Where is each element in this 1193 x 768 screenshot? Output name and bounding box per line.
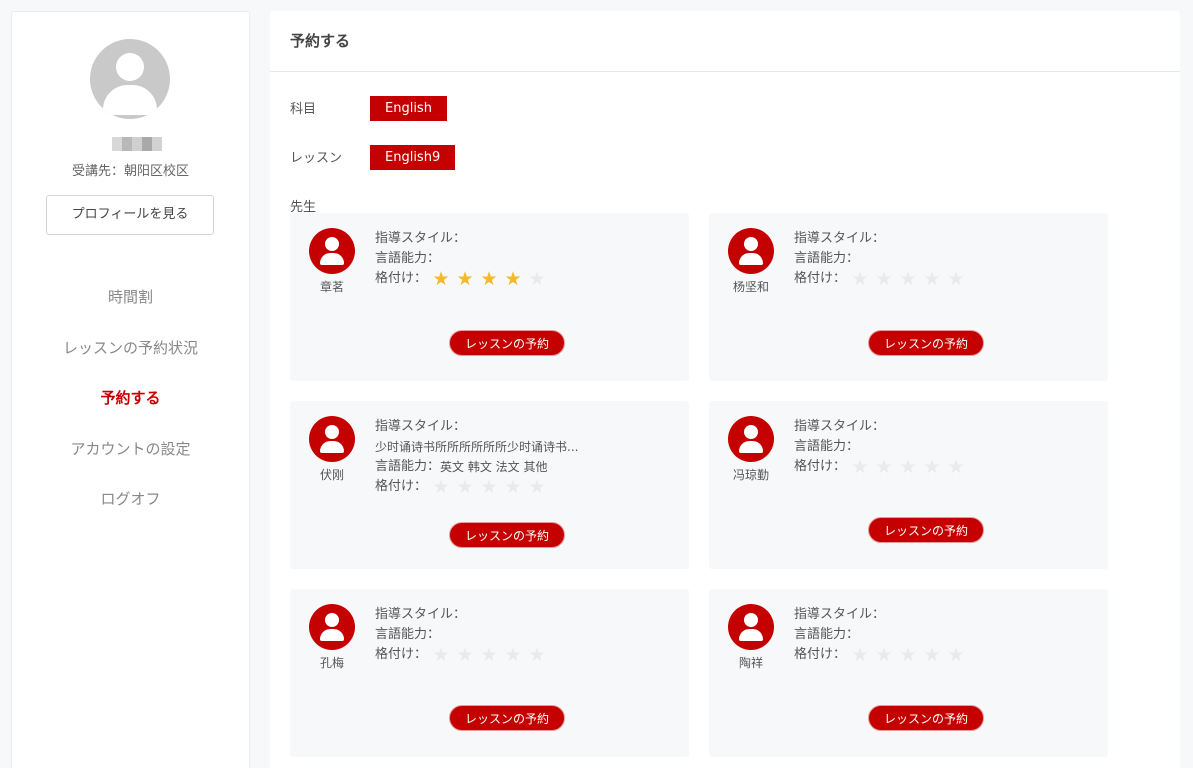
sidebar-nav: 時間割 レッスンの予約状況 予約する アカウントの設定 ログオフ: [12, 282, 249, 535]
nav-item-account-settings[interactable]: アカウントの設定: [12, 434, 249, 485]
rating-stars: ★ ★ ★ ★ ★: [429, 269, 549, 289]
nav-item-book[interactable]: 予約する: [12, 383, 249, 434]
book-lesson-button[interactable]: レッスンの予約: [868, 517, 984, 543]
rating-label: 格付け：: [794, 459, 847, 474]
star-empty-icon: ★: [528, 268, 546, 290]
star-filled-icon: ★: [504, 268, 522, 290]
nav-item-logoff[interactable]: ログオフ: [12, 484, 249, 535]
lesson-tag[interactable]: English9: [370, 145, 456, 170]
main-panel: 予約する 科目 English レッスン English9 先生 章茗 指導スタ…: [270, 11, 1180, 768]
star-empty-icon: ★: [899, 456, 917, 478]
style-label: 指導スタイル：: [375, 419, 467, 434]
star-empty-icon: ★: [923, 644, 941, 666]
book-lesson-button[interactable]: レッスンの予約: [868, 705, 984, 731]
teacher-card: 杨坚和 指導スタイル： 言語能力： 格付け： ★ ★ ★ ★ ★ レッスンの予約: [709, 213, 1108, 381]
subject-label: 科目: [290, 102, 317, 117]
teacher-name: 陶祥: [738, 656, 763, 670]
nav-item-timetable[interactable]: 時間割: [12, 282, 249, 333]
style-label: 指導スタイル：: [375, 607, 467, 622]
rating-stars: ★ ★ ★ ★ ★: [429, 645, 549, 665]
star-empty-icon: ★: [432, 476, 450, 498]
campus-label: 受講先：朝阳区校区: [71, 164, 189, 179]
teacher-card: 章茗 指導スタイル： 言語能力： 格付け： ★ ★ ★ ★ ★ レッスンの予約: [290, 213, 689, 381]
language-label: 言語能力：: [794, 627, 860, 642]
style-label: 指導スタイル：: [794, 419, 886, 434]
teacher-name: 冯琼勤: [732, 468, 769, 482]
book-lesson-button[interactable]: レッスンの予約: [449, 522, 565, 548]
star-empty-icon: ★: [480, 476, 498, 498]
teacher-card: 冯琼勤 指導スタイル： 言語能力： 格付け： ★ ★ ★ ★ ★ レッスンの予約: [709, 401, 1108, 569]
star-empty-icon: ★: [923, 268, 941, 290]
user-avatar-icon: [90, 39, 170, 119]
rating-stars: ★ ★ ★ ★ ★: [848, 645, 968, 665]
star-empty-icon: ★: [875, 268, 893, 290]
star-empty-icon: ★: [851, 268, 869, 290]
teacher-card: 孔梅 指導スタイル： 言語能力： 格付け： ★ ★ ★ ★ ★ レッスンの予約: [290, 589, 689, 757]
language-label: 言語能力：: [375, 251, 441, 266]
teacher-avatar-icon: [728, 416, 774, 462]
language-label: 言語能力：: [375, 627, 441, 642]
book-lesson-button[interactable]: レッスンの予約: [868, 330, 984, 356]
teacher-avatar-icon: [728, 604, 774, 650]
star-empty-icon: ★: [456, 644, 474, 666]
language-label: 言語能力：: [375, 459, 441, 474]
star-empty-icon: ★: [504, 644, 522, 666]
star-filled-icon: ★: [480, 268, 498, 290]
book-lesson-button[interactable]: レッスンの予約: [449, 705, 565, 731]
style-label: 指導スタイル：: [794, 231, 886, 246]
star-empty-icon: ★: [875, 456, 893, 478]
star-empty-icon: ★: [947, 456, 965, 478]
user-name-blurred: [112, 137, 162, 151]
teacher-name: 章茗: [319, 280, 344, 294]
style-label: 指導スタイル：: [375, 231, 467, 246]
rating-stars: ★ ★ ★ ★ ★: [429, 477, 549, 497]
languages: 英文 韩文 法文 其他: [440, 460, 548, 474]
star-empty-icon: ★: [528, 644, 546, 666]
rating-label: 格付け：: [794, 271, 847, 286]
teacher-card: 伏刚 指導スタイル： 少时诵诗书所所所所所所少时诵诗书... 言語能力： 英文 韩…: [290, 401, 689, 569]
rating-stars: ★ ★ ★ ★ ★: [848, 269, 968, 289]
teacher-avatar-icon: [309, 228, 355, 274]
teacher-avatar-icon: [309, 604, 355, 650]
teacher-avatar-icon: [309, 416, 355, 462]
page-title: 予約する: [270, 11, 1180, 72]
star-empty-icon: ★: [432, 644, 450, 666]
star-empty-icon: ★: [899, 268, 917, 290]
star-empty-icon: ★: [875, 644, 893, 666]
teacher-card: 陶祥 指導スタイル： 言語能力： 格付け： ★ ★ ★ ★ ★ レッスンの予約: [709, 589, 1108, 757]
star-empty-icon: ★: [851, 456, 869, 478]
teacher-avatar-icon: [728, 228, 774, 274]
lesson-label: レッスン: [290, 151, 343, 166]
star-filled-icon: ★: [456, 268, 474, 290]
language-label: 言語能力：: [794, 439, 860, 454]
subject-tag[interactable]: English: [370, 96, 447, 121]
star-empty-icon: ★: [923, 456, 941, 478]
star-filled-icon: ★: [432, 268, 450, 290]
book-lesson-button[interactable]: レッスンの予約: [449, 330, 565, 356]
star-empty-icon: ★: [504, 476, 522, 498]
rating-label: 格付け：: [794, 647, 847, 662]
view-profile-button[interactable]: プロフィールを見る: [46, 195, 214, 235]
rating-label: 格付け：: [375, 647, 428, 662]
nav-item-lesson-status[interactable]: レッスンの予約状況: [12, 333, 249, 384]
rating-label: 格付け：: [375, 479, 428, 494]
teacher-name: 孔梅: [319, 656, 344, 670]
star-empty-icon: ★: [947, 644, 965, 666]
rating-stars: ★ ★ ★ ★ ★: [848, 457, 968, 477]
star-empty-icon: ★: [947, 268, 965, 290]
star-empty-icon: ★: [456, 476, 474, 498]
rating-label: 格付け：: [375, 271, 428, 286]
star-empty-icon: ★: [851, 644, 869, 666]
teacher-name: 杨坚和: [732, 280, 769, 294]
sidebar: 受講先：朝阳区校区 プロフィールを見る 時間割 レッスンの予約状況 予約する ア…: [11, 11, 250, 768]
style-label: 指導スタイル：: [794, 607, 886, 622]
star-empty-icon: ★: [528, 476, 546, 498]
star-empty-icon: ★: [899, 644, 917, 666]
language-label: 言語能力：: [794, 251, 860, 266]
style-description: 少时诵诗书所所所所所所少时诵诗书...: [375, 440, 579, 454]
teacher-name: 伏刚: [319, 468, 344, 482]
star-empty-icon: ★: [480, 644, 498, 666]
